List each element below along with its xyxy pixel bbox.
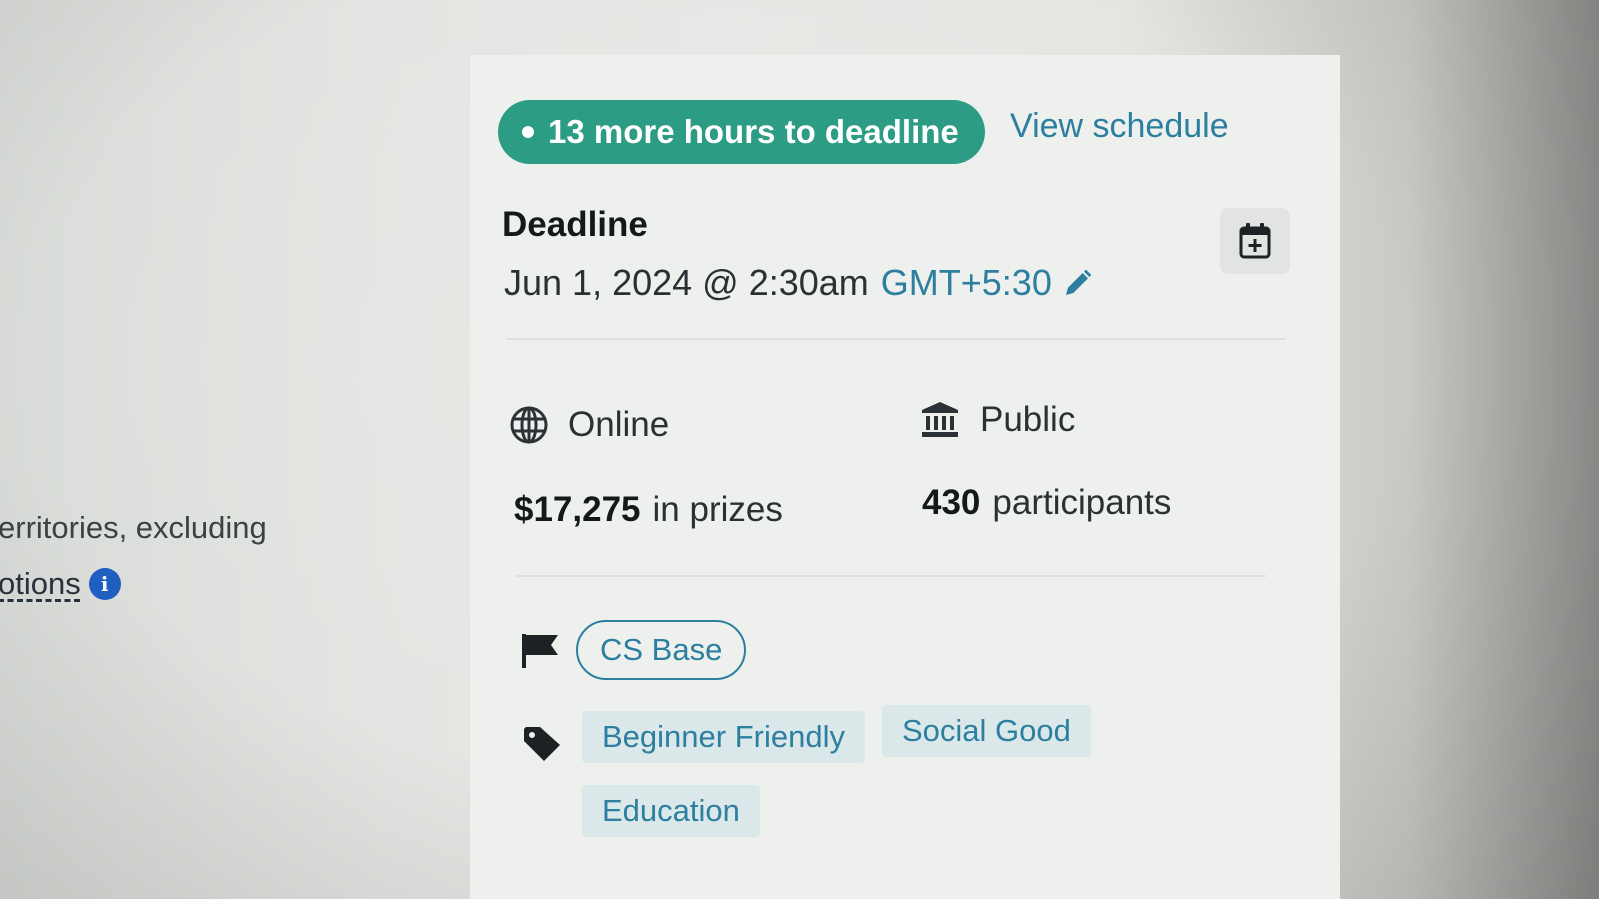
countdown-text: 13 more hours to deadline [548, 113, 959, 150]
tag-chip[interactable]: Social Good [882, 705, 1091, 757]
theme-chip[interactable]: CS Base [576, 620, 747, 680]
flag-icon [522, 634, 558, 668]
deadline-heading: Deadline [502, 205, 648, 244]
bank-icon [922, 402, 958, 437]
participants-count: 430 [922, 483, 981, 522]
pencil-icon[interactable] [1062, 267, 1094, 299]
visibility-info: Public [920, 400, 1075, 440]
prize-label: in prizes [652, 490, 783, 529]
participants-label: participants [992, 483, 1172, 522]
eligibility-options: otions i [0, 566, 121, 602]
info-icon[interactable]: i [88, 568, 121, 600]
deadline-countdown-badge: 13 more hours to deadline [498, 100, 985, 164]
participants-info[interactable]: 430 participants [922, 483, 1171, 523]
location-info: Online [510, 405, 669, 445]
eligibility-line: erritories, excluding [0, 510, 267, 545]
divider [506, 338, 1286, 340]
deadline-datetime: Jun 1, 2024 @ 2:30am GMT+5:30 [504, 262, 1094, 304]
prizes-info[interactable]: $17,275 in prizes [514, 490, 783, 530]
divider [516, 575, 1266, 577]
calendar-add-icon [1239, 223, 1271, 259]
deadline-date-text: Jun 1, 2024 @ 2:30am [504, 262, 869, 303]
eligibility-options-link[interactable]: otions [0, 566, 81, 602]
add-to-calendar-button[interactable] [1220, 208, 1290, 274]
prize-amount: $17,275 [514, 490, 641, 529]
view-schedule-link[interactable]: View schedule [1010, 107, 1229, 146]
tag-icon [524, 727, 560, 761]
tag-chip[interactable]: Beginner Friendly [582, 711, 865, 763]
timezone-link[interactable]: GMT+5:30 [881, 262, 1052, 304]
status-dot-icon [522, 126, 534, 138]
tag-chip[interactable]: Education [582, 785, 760, 837]
location-text: Online [568, 405, 670, 444]
globe-icon [510, 406, 548, 444]
hackathon-sidebar-card: 13 more hours to deadline View schedule … [470, 55, 1340, 899]
theme-row: CS Base [520, 620, 747, 680]
visibility-text: Public [980, 400, 1076, 439]
